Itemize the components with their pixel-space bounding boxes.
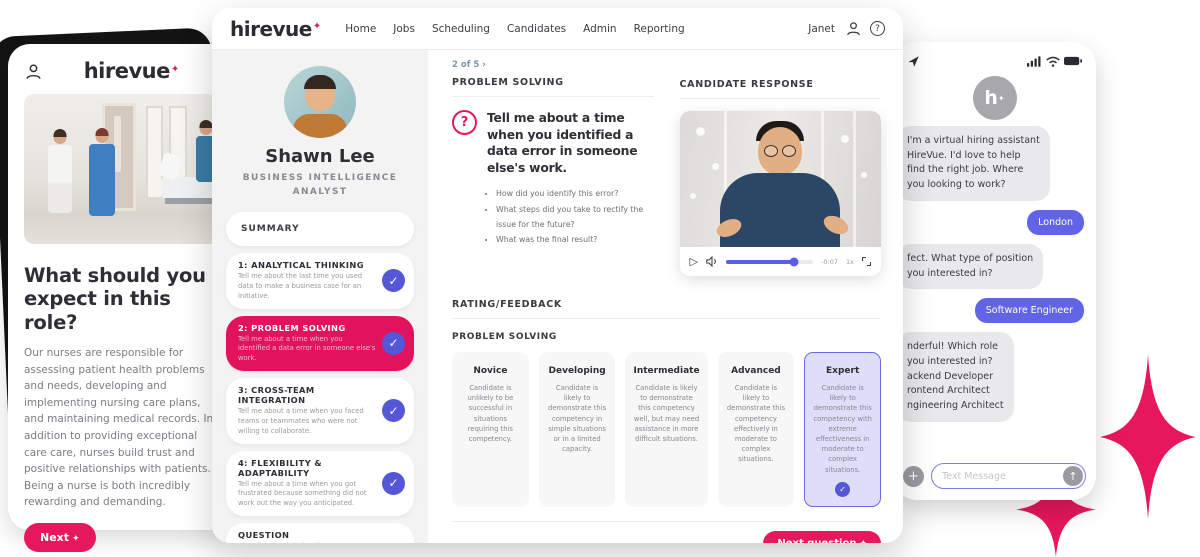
nav-scheduling[interactable]: Scheduling [432, 23, 490, 35]
role-preview-image [24, 94, 220, 244]
competency-question[interactable]: QUESTION Describe the situation that dem… [226, 523, 414, 543]
rating-expert[interactable]: Expert Candidate is likely to demonstrat… [804, 352, 882, 507]
bot-message: fect. What type of position you interest… [897, 243, 1044, 290]
nav-jobs[interactable]: Jobs [393, 23, 415, 35]
nurse-figure [47, 129, 72, 213]
rating-section-title: RATING/FEEDBACK [452, 292, 881, 319]
chat-thread: I'm a virtual hiring assistant HireVue. … [897, 126, 1086, 431]
location-arrow-icon [908, 55, 919, 67]
attach-plus-button[interactable]: + [903, 465, 924, 487]
review-footer: Next question✦ [452, 520, 881, 543]
hirevue-app-window: hirevue✦ Home Jobs Scheduling Candidates… [212, 8, 903, 543]
phone-status-bar [903, 52, 1086, 68]
avatar-sparkle-icon: ✦ [997, 93, 1005, 103]
chat-input-bar: + ↑ [903, 463, 1086, 489]
playback-speed[interactable]: 1x [846, 258, 854, 266]
main-nav: Home Jobs Scheduling Candidates Admin Re… [345, 23, 684, 35]
question-mark-icon: ? [452, 110, 477, 135]
stage: hirevue✦ What should you expect in this … [0, 0, 1200, 557]
check-icon: ✓ [382, 269, 405, 293]
probe-item: What steps did you take to rectify the i… [496, 202, 654, 232]
response-section-title: CANDIDATE RESPONSE [679, 72, 881, 99]
volume-icon[interactable] [706, 256, 718, 267]
pink-sparkle-large [1100, 355, 1196, 519]
competency-problem-solving[interactable]: 2: PROBLEM SOLVING Tell me about a time … [226, 315, 414, 372]
nurse-figure [88, 127, 115, 216]
competency-cross-team-integration[interactable]: 3: CROSS-TEAM INTEGRATION Tell me about … [226, 378, 414, 444]
send-button[interactable]: ↑ [1063, 466, 1083, 486]
response-column: CANDIDATE RESPONSE ▷ -0:07 1x [679, 60, 882, 276]
question-section-title: PROBLEM SOLVING [452, 70, 654, 97]
bot-message: nderful! Which role you interested in? a… [897, 332, 1014, 422]
rating-section: RATING/FEEDBACK PROBLEM SOLVING Novice C… [452, 292, 882, 543]
rating-advanced[interactable]: Advanced Candidate is likely to demonstr… [717, 352, 795, 507]
check-icon: ✓ [382, 399, 405, 423]
role-heading: What should you expect in this role? [24, 264, 206, 334]
nav-candidates[interactable]: Candidates [507, 23, 566, 35]
account-icon[interactable] [845, 20, 862, 37]
probe-item: How did you identify this error? [496, 186, 654, 201]
role-preview-card: hirevue✦ What should you expect in this … [8, 44, 236, 552]
chevron-right-icon: › [482, 60, 486, 70]
role-options: ackend Developer rontend Architect ngine… [907, 370, 1004, 412]
arrow-up-icon: ↑ [1068, 469, 1078, 483]
chat-phone-panel: h ✦ I'm a virtual hiring assistant HireVu… [893, 42, 1096, 500]
competency-flexibility-adaptability[interactable]: 4: FLEXIBILITY & ADAPTABILITY Tell me ab… [226, 450, 414, 517]
sparkle-icon: ✦ [72, 533, 80, 544]
check-icon: ✓ [382, 331, 405, 355]
nav-reporting[interactable]: Reporting [634, 23, 685, 35]
signal-icon [1027, 55, 1041, 67]
wifi-icon [1046, 56, 1060, 67]
next-question-button[interactable]: Next question✦ [763, 530, 881, 543]
bot-message: I'm a virtual hiring assistant HireVue. … [897, 126, 1050, 201]
question-probes: How did you identify this error? What st… [486, 186, 654, 247]
sparkle-icon: ✦ [859, 539, 867, 543]
assistant-avatar: h ✦ [972, 76, 1017, 120]
summary-tab[interactable]: SUMMARY [226, 212, 414, 246]
check-icon: ✓ [835, 481, 851, 497]
probe-item: What was the final result? [496, 232, 654, 247]
nav-admin[interactable]: Admin [583, 23, 616, 35]
help-icon[interactable]: ? [870, 21, 885, 36]
candidate-avatar [284, 66, 356, 138]
step-indicator: 2 of 5 › [452, 60, 486, 70]
candidate-title: BUSINESS INTELLIGENCE ANALYST [242, 173, 398, 197]
question-text: Tell me about a time when you identified… [487, 111, 638, 175]
time-remaining: -0:07 [821, 257, 839, 266]
question-column: 2 of 5 › PROBLEM SOLVING ? Tell me about … [452, 60, 654, 276]
logo-sparkle-icon: ✦ [170, 63, 180, 75]
rating-competency-label: PROBLEM SOLVING [452, 332, 557, 342]
person-icon [26, 63, 41, 79]
rating-developing[interactable]: Developing Candidate is likely to demons… [538, 352, 616, 507]
nav-home[interactable]: Home [345, 23, 376, 35]
review-content: 2 of 5 › PROBLEM SOLVING ? Tell me about … [428, 50, 903, 543]
candidate-name: Shawn Lee [265, 146, 375, 167]
user-message[interactable]: London [1027, 209, 1084, 235]
candidate-sidebar: Shawn Lee BUSINESS INTELLIGENCE ANALYST S… [212, 50, 428, 543]
video-player: ▷ -0:07 1x [679, 111, 882, 276]
play-icon[interactable]: ▷ [690, 255, 698, 268]
user-message[interactable]: Software Engineer [974, 298, 1084, 324]
hirevue-logo: hirevue✦ [83, 59, 180, 83]
rating-novice[interactable]: Novice Candidate is unlikely to be succe… [452, 352, 529, 507]
rating-scale: Novice Candidate is unlikely to be succe… [452, 352, 882, 507]
app-header: hirevue✦ Home Jobs Scheduling Candidates… [212, 8, 903, 50]
role-description: Our nurses are responsible for assessing… [24, 347, 214, 509]
competency-analytical-thinking[interactable]: 1: ANALYTICAL THINKING Tell me about the… [226, 253, 414, 309]
user-name: Janet [808, 22, 835, 35]
rating-intermediate[interactable]: Intermediate Candidate is likely to demo… [625, 352, 708, 507]
video-controls: ▷ -0:07 1x [680, 247, 882, 276]
battery-icon [1064, 56, 1082, 66]
fullscreen-icon[interactable] [862, 257, 871, 266]
hirevue-logo: hirevue✦ [230, 16, 322, 41]
next-button[interactable]: Next ✦ [24, 522, 96, 552]
video-progress-bar[interactable] [725, 257, 814, 266]
logo-sparkle-icon: ✦ [312, 21, 322, 33]
video-frame[interactable] [679, 111, 881, 247]
check-icon: ✓ [382, 471, 405, 495]
